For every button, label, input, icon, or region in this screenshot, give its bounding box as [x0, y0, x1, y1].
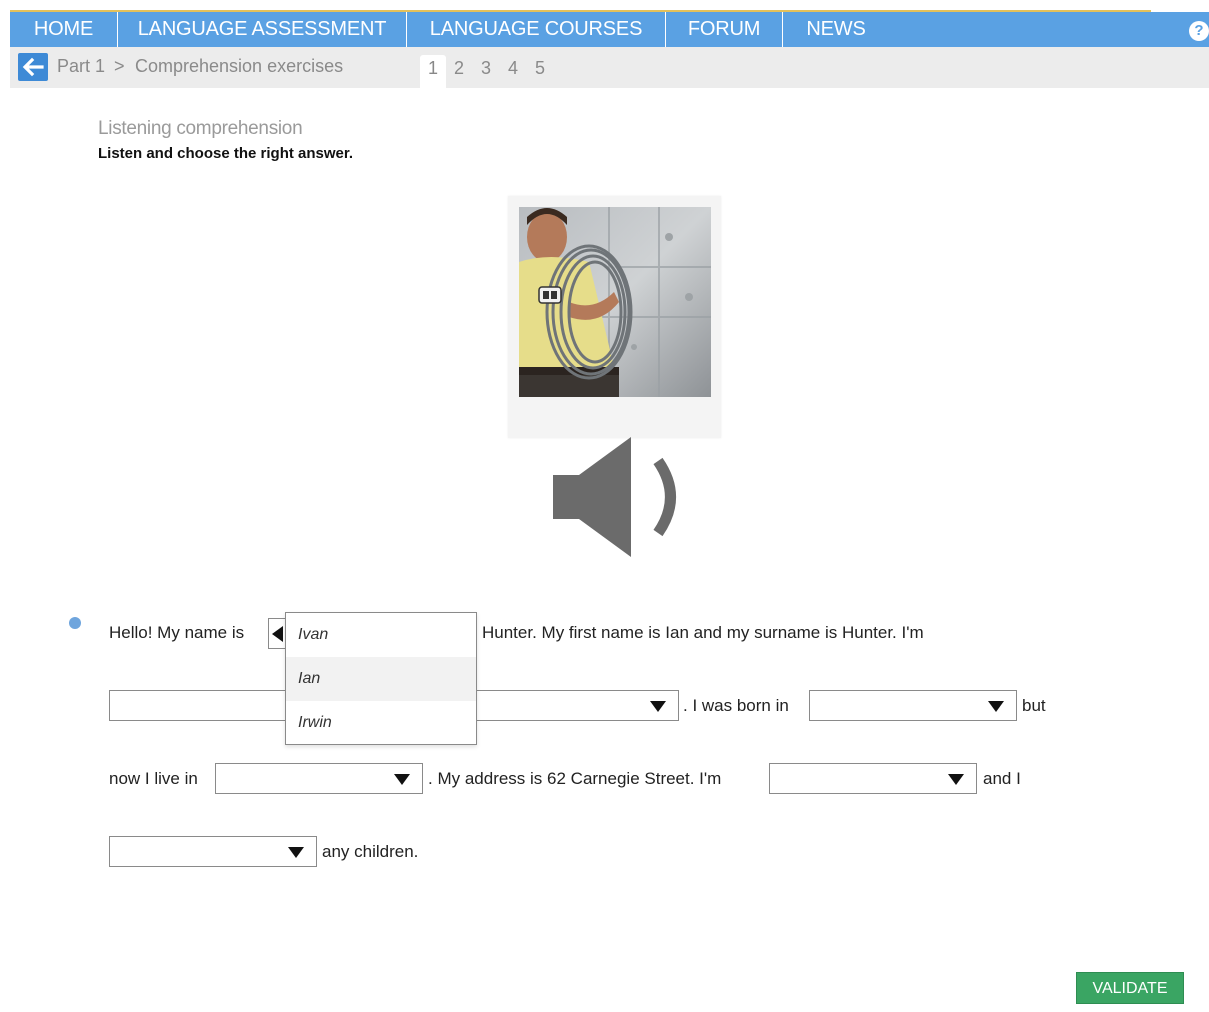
first-name-dropdown-list: Ivan Ian Irwin — [285, 612, 477, 745]
chevron-down-icon — [394, 774, 410, 785]
nav-news[interactable]: NEWS — [783, 12, 889, 47]
page-3[interactable]: 3 — [473, 55, 499, 88]
dropdown-option-irwin[interactable]: Irwin — [286, 701, 476, 745]
text-segment-3: . I was born in — [683, 696, 789, 715]
chevron-down-icon — [650, 701, 666, 712]
text-segment-8: any children. — [322, 842, 419, 861]
residence-select[interactable] — [215, 763, 423, 794]
question-bullet — [69, 617, 81, 629]
text-segment-2: Hunter. My first name is Ian and my surn… — [482, 623, 924, 642]
arrow-left-icon — [22, 57, 44, 77]
validate-button[interactable]: VALIDATE — [1076, 972, 1184, 1004]
breadcrumb-part[interactable]: Part 1 — [57, 56, 105, 77]
text-segment-6: . My address is 62 Carnegie Street. I'm — [428, 769, 722, 788]
nav-home[interactable]: HOME — [10, 12, 118, 47]
text-segment-5: now I live in — [109, 769, 198, 788]
text-segment-7: and I — [983, 769, 1021, 788]
marital-status-select[interactable] — [769, 763, 977, 794]
breadcrumb-separator: > — [114, 56, 125, 76]
page-2[interactable]: 2 — [446, 55, 472, 88]
page-1[interactable]: 1 — [420, 55, 446, 88]
dropdown-option-ivan[interactable]: Ivan — [286, 613, 476, 657]
nav-right-strip — [1151, 10, 1209, 12]
exercise-photo-frame — [508, 196, 721, 438]
instruction-text: Listen and choose the right answer. — [98, 145, 354, 162]
speaker-icon[interactable] — [551, 437, 687, 557]
page-5[interactable]: 5 — [527, 55, 553, 88]
dropdown-option-ian[interactable]: Ian — [286, 657, 476, 701]
text-segment-1: Hello! My name is — [109, 623, 245, 642]
nav-forum[interactable]: FORUM — [666, 12, 783, 47]
children-select[interactable] — [109, 836, 317, 867]
page-4[interactable]: 4 — [500, 55, 526, 88]
chevron-down-icon — [288, 847, 304, 858]
chevron-down-icon — [988, 701, 1004, 712]
section-title: Listening comprehension — [98, 118, 303, 139]
breadcrumb: Part 1 > Comprehension exercises 1 2 3 4… — [10, 47, 1209, 88]
exercise-photo — [519, 207, 711, 397]
breadcrumb-current: Comprehension exercises — [135, 56, 344, 76]
text-segment-4: but — [1022, 696, 1046, 715]
nav-language-assessment[interactable]: LANGUAGE ASSESSMENT — [118, 12, 407, 47]
back-button[interactable] — [18, 53, 48, 81]
birthplace-select[interactable] — [809, 690, 1017, 721]
nav-language-courses[interactable]: LANGUAGE COURSES — [407, 12, 666, 47]
help-icon[interactable]: ? — [1189, 21, 1209, 41]
chevron-down-icon — [948, 774, 964, 785]
top-nav: HOME LANGUAGE ASSESSMENT LANGUAGE COURSE… — [10, 10, 1209, 47]
caret-left-icon — [272, 626, 283, 642]
